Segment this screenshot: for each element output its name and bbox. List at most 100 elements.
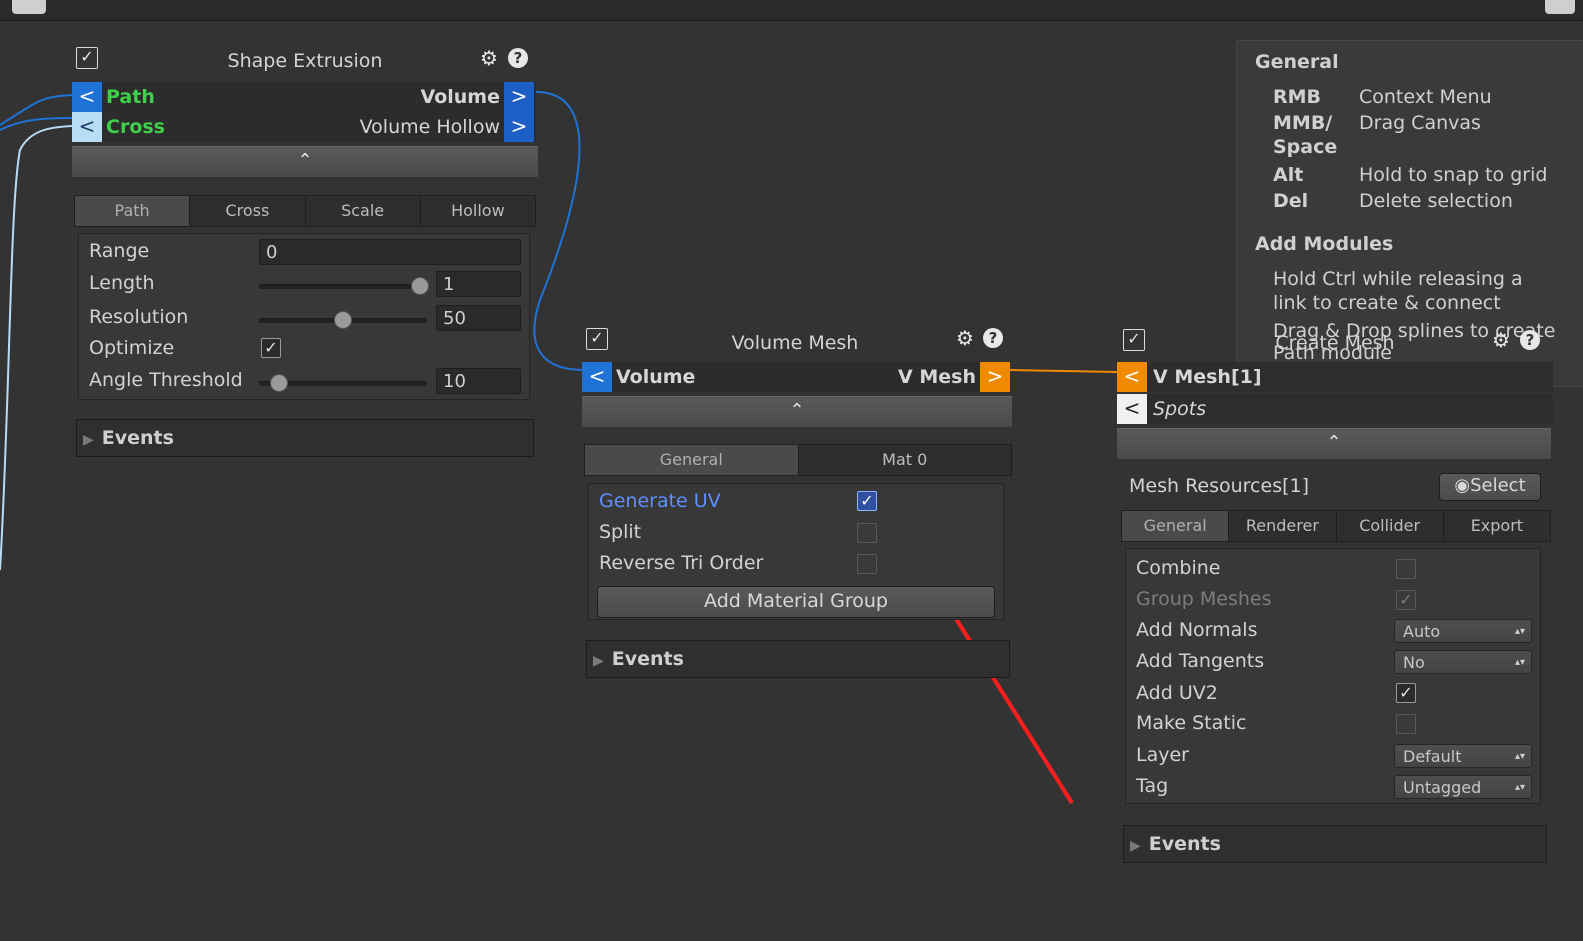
events-foldout[interactable]: ▶ Events: [1123, 825, 1547, 863]
resolution-input[interactable]: 50: [436, 305, 521, 331]
updown-arrow-icon: ▴▾: [1514, 751, 1525, 762]
layer-dropdown[interactable]: Default ▴▾: [1394, 744, 1532, 768]
length-slider-handle[interactable]: [411, 277, 429, 295]
reverse-tri-order-checkbox[interactable]: [857, 554, 877, 574]
tab-general[interactable]: General: [1122, 511, 1230, 541]
shape-extrusion-enable-checkbox[interactable]: ✓: [76, 47, 98, 69]
reverse-tri-order-label: Reverse Tri Order: [599, 552, 764, 574]
help-icon[interactable]: ?: [983, 328, 1003, 348]
tab-general[interactable]: General: [585, 445, 799, 475]
help-add-modules-line2: link to create & connect: [1273, 292, 1501, 314]
tag-label: Tag: [1136, 775, 1169, 797]
triangle-right-icon: ▶: [1130, 838, 1141, 854]
shortcut-key: RMB: [1273, 86, 1322, 108]
add-normals-dropdown[interactable]: Auto ▴▾: [1394, 619, 1532, 643]
range-input[interactable]: 0: [259, 239, 521, 265]
create-mesh-node[interactable]: ✓ Create Mesh ⚙ ? < V Mesh[1] < Spots ⌃ …: [1115, 320, 1555, 870]
wire-vmesh-to-createmesh: [1009, 369, 1119, 373]
tag-value: Untagged: [1403, 778, 1482, 797]
triangle-right-icon: ▶: [593, 653, 604, 669]
shortcut-key: Del: [1273, 190, 1309, 212]
split-checkbox[interactable]: [857, 523, 877, 543]
events-label: Events: [611, 648, 684, 670]
tab-renderer[interactable]: Renderer: [1229, 511, 1337, 541]
tag-dropdown[interactable]: Untagged ▴▾: [1394, 775, 1532, 799]
events-foldout[interactable]: ▶ Events: [76, 419, 534, 457]
input-port-cross[interactable]: <: [72, 112, 102, 142]
help-icon[interactable]: ?: [1520, 330, 1540, 350]
port-row: < Path Volume >: [72, 82, 536, 112]
port-row: < Volume V Mesh >: [582, 362, 1010, 392]
help-add-modules-line1: Hold Ctrl while releasing a: [1273, 268, 1523, 290]
layer-label: Layer: [1136, 744, 1189, 766]
output-label-vmesh: V Mesh: [898, 366, 976, 388]
tab-hollow[interactable]: Hollow: [420, 196, 535, 226]
gear-icon[interactable]: ⚙: [956, 328, 974, 348]
select-button[interactable]: ◉Select: [1439, 473, 1541, 501]
node-title: Create Mesh: [1275, 332, 1395, 354]
input-port-spots[interactable]: <: [1117, 394, 1147, 424]
port-row: < Spots: [1117, 394, 1553, 424]
input-port-path[interactable]: <: [72, 82, 102, 112]
events-label: Events: [1148, 833, 1221, 855]
make-static-checkbox[interactable]: [1396, 714, 1416, 734]
combine-checkbox[interactable]: [1396, 559, 1416, 579]
tab-scale[interactable]: Scale: [305, 196, 421, 226]
tab-export[interactable]: Export: [1443, 511, 1550, 541]
resolution-label: Resolution: [89, 306, 189, 328]
resolution-slider-handle[interactable]: [334, 311, 352, 329]
updown-arrow-icon: ▴▾: [1514, 626, 1525, 637]
gear-icon[interactable]: ⚙: [1492, 330, 1510, 350]
help-icon[interactable]: ?: [508, 48, 528, 68]
generate-uv-checkbox[interactable]: ✓: [857, 491, 877, 511]
input-label-cross: Cross: [106, 116, 165, 138]
angle-threshold-slider-handle[interactable]: [270, 374, 288, 392]
add-normals-value: Auto: [1403, 622, 1441, 641]
tab-cross[interactable]: Cross: [190, 196, 306, 226]
make-static-label: Make Static: [1136, 712, 1247, 734]
length-input[interactable]: 1: [436, 271, 521, 297]
input-label-spots: Spots: [1153, 398, 1207, 420]
shape-extrusion-node[interactable]: ✓ Shape Extrusion ⚙ ? < Path Volume > < …: [70, 40, 540, 460]
tab-collider[interactable]: Collider: [1336, 511, 1444, 541]
add-uv2-checkbox[interactable]: ✓: [1396, 683, 1416, 703]
add-tangents-value: No: [1403, 653, 1425, 672]
length-slider-track[interactable]: [259, 284, 427, 289]
length-label: Length: [89, 272, 155, 294]
collapse-button[interactable]: ⌃: [1117, 428, 1551, 459]
add-tangents-dropdown[interactable]: No ▴▾: [1394, 650, 1532, 674]
angle-threshold-input[interactable]: 10: [436, 368, 521, 394]
events-label: Events: [101, 427, 174, 449]
input-port-vmesh[interactable]: <: [1117, 362, 1147, 392]
optimize-label: Optimize: [89, 337, 175, 359]
output-port-volume-hollow[interactable]: >: [504, 112, 534, 142]
group-meshes-checkbox: ✓: [1396, 590, 1416, 610]
output-port-volume[interactable]: >: [504, 82, 534, 112]
volume-mesh-enable-checkbox[interactable]: ✓: [586, 328, 608, 350]
group-meshes-label: Group Meshes: [1136, 588, 1272, 610]
tab-path[interactable]: Path: [75, 196, 191, 226]
optimize-checkbox[interactable]: ✓: [261, 338, 281, 358]
collapse-button[interactable]: ⌃: [72, 146, 538, 177]
input-label-volume: Volume: [616, 366, 696, 388]
add-uv2-label: Add UV2: [1136, 682, 1218, 704]
add-tangents-label: Add Tangents: [1136, 650, 1265, 672]
radio-icon: ◉: [1454, 475, 1471, 496]
output-port-vmesh[interactable]: >: [980, 362, 1010, 392]
volume-mesh-node[interactable]: ✓ Volume Mesh ⚙ ? < Volume V Mesh > ⌃ Ge…: [580, 320, 1015, 680]
shortcut-key: Alt: [1273, 164, 1304, 186]
wire-left-edge: [0, 117, 73, 131]
add-material-group-button[interactable]: Add Material Group: [597, 586, 995, 618]
node-title: Shape Extrusion: [227, 50, 383, 72]
shape-extrusion-settings: Range 0 Length 1 Resolution 50 Optimize …: [78, 233, 530, 400]
tab-mat-0[interactable]: Mat 0: [798, 445, 1011, 475]
shortcut-key: MMB/ Space: [1273, 112, 1338, 158]
volume-mesh-settings: Generate UV ✓ Split Reverse Tri Order Ad…: [588, 483, 1004, 620]
collapse-button[interactable]: ⌃: [582, 396, 1012, 427]
node-title: Volume Mesh: [731, 332, 859, 354]
create-mesh-enable-checkbox[interactable]: ✓: [1123, 329, 1145, 351]
combine-label: Combine: [1136, 557, 1221, 579]
events-foldout[interactable]: ▶ Events: [586, 640, 1010, 678]
gear-icon[interactable]: ⚙: [480, 48, 498, 68]
input-port-volume[interactable]: <: [582, 362, 612, 392]
